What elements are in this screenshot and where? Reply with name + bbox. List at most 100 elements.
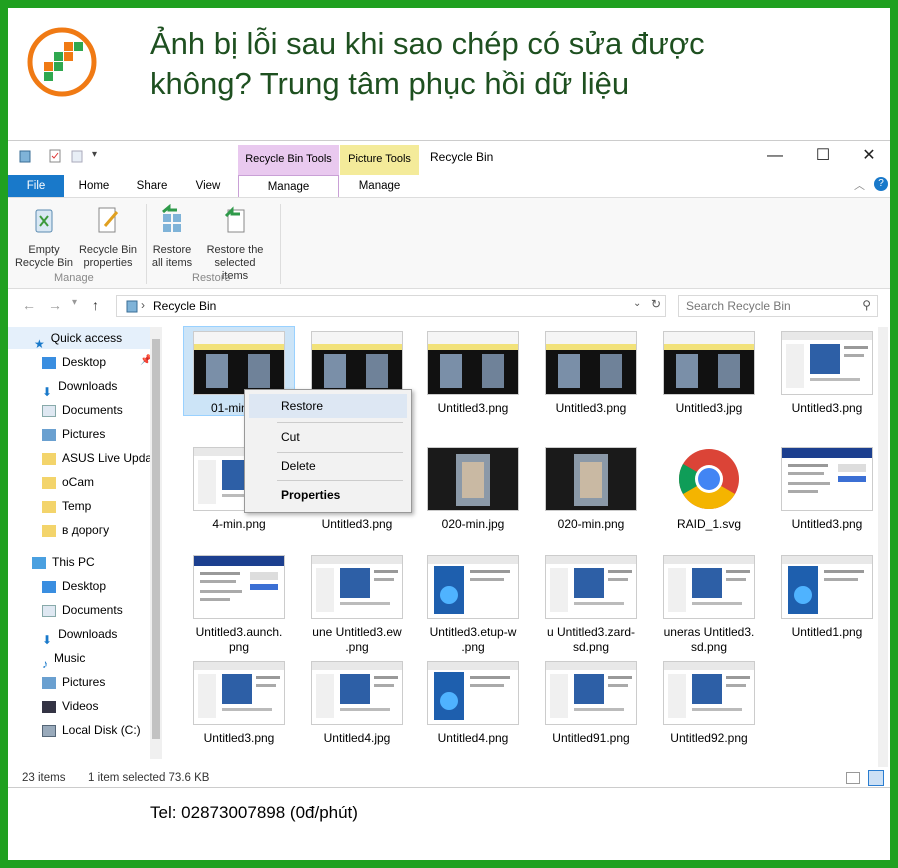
nav-label: Music <box>54 651 86 665</box>
file-item[interactable]: u Untitled3.zard- sd.png <box>536 555 646 655</box>
company-logo <box>27 27 97 97</box>
breadcrumb-recycle-bin[interactable]: Recycle Bin <box>153 299 216 313</box>
nav-temp[interactable]: Temp <box>8 495 91 517</box>
file-item[interactable]: Untitled4.jpg <box>302 661 412 746</box>
close-button[interactable]: ✕ <box>854 145 884 167</box>
documents-icon <box>42 404 56 417</box>
nav-pc-videos[interactable]: Videos <box>8 695 98 717</box>
tab-view[interactable]: View <box>190 175 226 197</box>
properties-icon[interactable] <box>48 149 62 163</box>
nav-pc-local-disk[interactable]: Local Disk (C:) <box>8 719 141 741</box>
title-bar: ▾ Recycle Bin Tools Picture Tools Recycl… <box>8 141 890 175</box>
nav-pictures[interactable]: Pictures <box>8 423 105 445</box>
empty-recycle-bin-button[interactable]: Empty Recycle Bin <box>14 204 74 270</box>
headline-line2: không? Trung tâm phục hồi dữ liệu <box>150 66 630 101</box>
tab-home[interactable]: Home <box>74 175 114 197</box>
file-item[interactable]: Untitled3.png <box>184 661 294 746</box>
search-input[interactable]: Search Recycle Bin ⚲ <box>678 295 878 317</box>
file-item[interactable]: Untitled3.aunch. png <box>184 555 294 655</box>
explorer-window: ▾ Recycle Bin Tools Picture Tools Recycl… <box>8 140 890 788</box>
file-thumbnail <box>781 331 873 395</box>
file-item[interactable]: Untitled3.png <box>772 447 882 532</box>
nav-desktop[interactable]: Desktop <box>8 351 106 373</box>
new-folder-icon[interactable] <box>70 149 84 163</box>
file-thumbnail <box>545 447 637 511</box>
ribbon: Empty Recycle Bin Recycle Bin properties… <box>8 197 890 289</box>
file-name: Untitled3.png <box>437 401 509 415</box>
computer-icon <box>32 556 46 569</box>
file-item[interactable]: Untitled1.png <box>772 555 882 640</box>
file-item[interactable]: Untitled4.png <box>418 661 528 746</box>
minimize-button[interactable]: — <box>760 145 790 167</box>
nav-quick-access[interactable]: ★ Quick access <box>8 327 150 351</box>
tab-file[interactable]: File <box>8 175 64 197</box>
menu-delete[interactable]: Delete <box>249 454 407 478</box>
address-bar[interactable]: › Recycle Bin ⌄ ↻ <box>116 295 666 317</box>
menu-restore[interactable]: Restore <box>249 394 407 418</box>
folder-icon <box>42 452 56 465</box>
help-icon[interactable]: ? <box>874 177 888 191</box>
nav-ocam[interactable]: oCam <box>8 471 94 493</box>
nav-this-pc[interactable]: This PC <box>8 551 95 573</box>
tab-manage-recycle[interactable]: Manage <box>238 175 339 199</box>
large-icons-view-icon[interactable] <box>868 770 884 786</box>
content-scrollbar[interactable] <box>878 327 888 767</box>
empty-label-2: Recycle Bin <box>14 257 74 269</box>
group-restore-label: Restore <box>192 272 231 284</box>
file-item[interactable]: uneras Untitled3. sd.png <box>654 555 764 655</box>
restore-sel-label-1: Restore the <box>206 244 264 256</box>
pictures-icon <box>42 428 56 441</box>
disk-icon <box>42 724 56 737</box>
file-item[interactable]: Untitled3.png <box>772 331 882 416</box>
nav-label: Temp <box>62 499 92 513</box>
collapse-ribbon-icon[interactable]: ︿ <box>854 177 865 193</box>
nav-downloads[interactable]: ⬇ Downloads <box>8 375 117 399</box>
menu-properties[interactable]: Properties <box>249 483 407 507</box>
search-icon[interactable]: ⚲ <box>862 298 871 312</box>
tab-share[interactable]: Share <box>132 175 172 197</box>
file-item[interactable]: Untitled3.png <box>418 331 528 416</box>
nav-label: oCam <box>62 475 95 489</box>
file-thumbnail <box>311 331 403 395</box>
nav-pc-desktop[interactable]: Desktop <box>8 575 106 597</box>
file-item[interactable]: Untitled3.etup-w .png <box>418 555 528 655</box>
nav-pc-documents[interactable]: Documents <box>8 599 123 621</box>
file-item[interactable]: Untitled3.png <box>536 331 646 416</box>
status-bar: 23 items 1 item selected 73.6 KB <box>8 767 890 789</box>
menu-cut[interactable]: Cut <box>249 425 407 449</box>
refresh-icon[interactable]: ↻ <box>651 297 661 311</box>
menu-separator <box>277 422 403 423</box>
file-item[interactable]: Untitled92.png <box>654 661 764 746</box>
file-item[interactable]: 020-min.png <box>536 447 646 532</box>
nav-asus[interactable]: ASUS Live Updat <box>8 447 155 469</box>
file-name: Untitled1.png <box>791 625 863 639</box>
qat-dropdown-icon[interactable]: ▾ <box>92 149 106 163</box>
forward-arrow-icon[interactable]: → <box>48 297 62 313</box>
nav-scroll-thumb[interactable] <box>152 339 160 739</box>
tab-manage-picture[interactable]: Manage <box>340 175 419 197</box>
address-dropdown-icon[interactable]: ⌄ <box>633 298 641 309</box>
file-item[interactable]: une Untitled3.ew .png <box>302 555 412 655</box>
up-arrow-icon[interactable]: ↑ <box>92 297 99 313</box>
nav-pc-downloads[interactable]: ⬇ Downloads <box>8 623 117 647</box>
nav-pc-music[interactable]: ♪ Music <box>8 647 86 671</box>
nav-vdorogu[interactable]: в дорогу <box>8 519 109 541</box>
nav-pc-pictures[interactable]: Pictures <box>8 671 105 693</box>
file-name: Untitled91.png <box>552 731 630 745</box>
file-item[interactable]: Untitled3.jpg <box>654 331 764 416</box>
restore-all-button[interactable]: Restore all items <box>148 203 196 270</box>
headline: Ảnh bị lỗi sau khi sao chép có sửa được … <box>150 24 850 104</box>
back-arrow-icon[interactable]: ← <box>22 297 36 313</box>
search-placeholder: Search Recycle Bin <box>686 299 791 313</box>
file-item[interactable]: Untitled91.png <box>536 661 646 746</box>
download-icon: ⬇ <box>42 632 53 647</box>
recycle-bin-properties-button[interactable]: Recycle Bin properties <box>76 204 140 270</box>
details-view-icon[interactable] <box>846 772 860 784</box>
file-item[interactable]: 020-min.jpg <box>418 447 528 532</box>
nav-documents[interactable]: Documents <box>8 399 123 421</box>
file-item[interactable]: RAID_1.svg <box>654 447 764 532</box>
maximize-button[interactable]: ☐ <box>808 145 838 167</box>
recent-dropdown-icon[interactable]: ▾ <box>72 297 77 308</box>
file-thumbnail <box>545 661 637 725</box>
download-icon: ⬇ <box>42 384 53 399</box>
